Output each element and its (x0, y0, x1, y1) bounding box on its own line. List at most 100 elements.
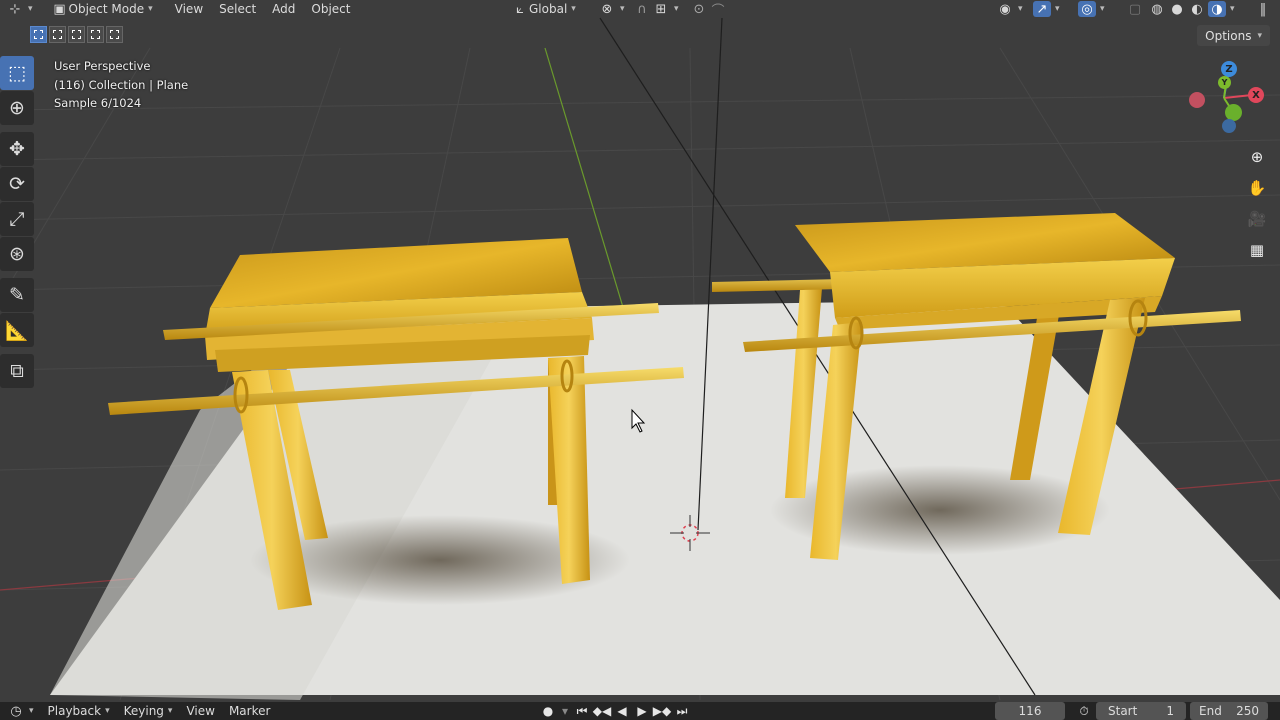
start-value: 1 (1166, 704, 1174, 718)
mode-label: Object Mode (68, 2, 145, 16)
cursor-icon: ⊕ (9, 97, 25, 119)
orientation-label: Global (529, 2, 568, 16)
select-new-button[interactable] (30, 26, 47, 43)
tool-settings-bar: Options ▾ (0, 22, 1280, 48)
object-mode-icon: ▣ (53, 1, 66, 17)
menu-marker[interactable]: Marker (222, 702, 277, 720)
tool-add-cube[interactable]: ⧉ (0, 354, 34, 388)
select-invert-icon (91, 30, 100, 39)
orientation-icon: ⟀ (516, 1, 524, 17)
projection-toggle-button[interactable]: ▦ (1243, 236, 1271, 264)
select-subtract-button[interactable] (68, 26, 85, 43)
menu-add[interactable]: Add (264, 0, 303, 18)
pan-button[interactable]: ✋ (1243, 174, 1271, 202)
prev-keyframe-button[interactable]: ◆◀ (592, 702, 612, 720)
scale-icon: ⤢ (9, 208, 25, 230)
add-cube-icon: ⧉ (10, 360, 24, 382)
collection-label: (116) Collection | Plane (54, 77, 189, 92)
tool-select-box[interactable]: ⬚ (0, 56, 34, 90)
menu-playback[interactable]: Playback ▾ (41, 702, 117, 720)
y-axis-dot[interactable]: Y (1218, 76, 1231, 89)
options-dropdown[interactable]: Options ▾ (1197, 25, 1270, 46)
select-subtract-icon (72, 30, 81, 39)
shading-rendered[interactable]: ◑ ▾ (1206, 0, 1237, 18)
select-new-icon (34, 30, 43, 39)
tool-annotate[interactable]: ✎ (0, 278, 34, 312)
tool-measure[interactable]: 📐 (0, 313, 34, 347)
navigation-gizmo[interactable]: X Z Y (1182, 58, 1272, 142)
tool-cursor[interactable]: ⊕ (0, 91, 34, 125)
jump-end-button[interactable]: ⏭ (672, 702, 692, 720)
end-frame-field[interactable]: End 250 (1190, 702, 1268, 720)
current-frame-field[interactable]: 116 (995, 702, 1065, 720)
menu-keying[interactable]: Keying ▾ (117, 702, 180, 720)
menu-timeline-view[interactable]: View (179, 702, 221, 720)
menu-select[interactable]: Select (211, 0, 264, 18)
falloff-curve-icon: ⌒ (711, 3, 725, 19)
options-label: Options (1205, 28, 1252, 43)
gizmo-toggle[interactable]: ↗ ▾ (1027, 0, 1066, 18)
timeline-editor-button[interactable]: ◷ ▾ (0, 702, 41, 720)
shading-material[interactable]: ◐ (1186, 0, 1208, 18)
orientation-dropdown[interactable]: ⟀ Global ▾ (505, 0, 582, 18)
pause-icon: ‖ (1259, 1, 1267, 17)
editor-type-button[interactable]: ⊹ ▾ (0, 0, 39, 18)
start-label: Start (1108, 704, 1138, 718)
tool-rotate[interactable]: ⟳ (0, 167, 34, 201)
overlay-icon: ◎ (1078, 1, 1096, 17)
grid-icon: ▦ (1249, 241, 1265, 259)
play-reverse-button[interactable]: ◀ (612, 702, 632, 720)
transform-icon: ⊛ (9, 243, 25, 265)
select-invert-button[interactable] (87, 26, 104, 43)
mode-dropdown[interactable]: ▣ Object Mode ▾ (45, 0, 159, 18)
3d-viewport[interactable] (0, 0, 1280, 720)
x-axis-dot[interactable]: X (1248, 87, 1264, 103)
falloff-dropdown[interactable]: ⌒ (703, 0, 733, 19)
timeline-bar: ◷ ▾ Playback ▾ Keying ▾ View Marker ● ▾ ⏮ ◆… (0, 702, 1280, 720)
select-intersect-button[interactable] (106, 26, 123, 43)
prev-keyframe-icon: ◆◀ (592, 704, 612, 718)
clock-editor-icon: ◷ (10, 703, 22, 719)
start-frame-field[interactable]: Start 1 (1096, 702, 1186, 720)
pivot-dropdown[interactable]: ⊗ ▾ (592, 0, 631, 18)
zoom-icon: ⊕ (1250, 148, 1264, 166)
wireframe-sphere-icon: ◍ (1151, 1, 1163, 17)
neg-z-dot[interactable] (1222, 119, 1236, 133)
tool-move[interactable]: ✥ (0, 132, 34, 166)
end-value: 250 (1236, 704, 1259, 718)
overlay-toggle[interactable]: ◎ ▾ (1072, 0, 1111, 18)
autokey-dropdown[interactable]: ▾ (558, 702, 572, 720)
solid-sphere-icon: ● (1171, 1, 1183, 17)
record-icon: ● (542, 704, 554, 718)
menu-view[interactable]: View (167, 0, 211, 18)
neg-x-dot[interactable] (1189, 92, 1205, 108)
select-extend-button[interactable] (49, 26, 66, 43)
play-icon: ▶ (637, 704, 647, 718)
pause-render-button[interactable]: ‖ (1248, 0, 1278, 18)
rendered-sphere-icon: ◑ (1208, 1, 1226, 17)
camera-view-button[interactable]: 🎥 (1243, 205, 1271, 233)
stopwatch-icon[interactable]: ⏱ (1074, 702, 1094, 720)
navigation-controls: ⊕ ✋ 🎥 ▦ (1243, 143, 1271, 267)
select-box-icon: ⬚ (8, 62, 26, 84)
tool-scale[interactable]: ⤢ (0, 202, 34, 236)
shading-solid[interactable]: ● (1166, 0, 1188, 18)
shading-wireframe[interactable]: ◍ (1146, 0, 1168, 18)
play-button[interactable]: ▶ (632, 702, 652, 720)
scene-render (0, 17, 1280, 701)
hand-icon: ✋ (1247, 179, 1267, 197)
visibility-dropdown[interactable]: ◉ ▾ (990, 0, 1029, 18)
z-axis-dot[interactable]: Z (1221, 61, 1237, 77)
zoom-button[interactable]: ⊕ (1243, 143, 1271, 171)
snap-increment-icon: ⊞ (655, 1, 667, 17)
move-icon: ✥ (9, 138, 25, 160)
xray-icon: ▢ (1128, 1, 1142, 17)
sample-label: Sample 6/1024 (54, 96, 142, 110)
snap-target-dropdown[interactable]: ⊞ ▾ (646, 0, 685, 18)
menu-object[interactable]: Object (303, 0, 358, 18)
tool-transform[interactable]: ⊛ (0, 237, 34, 271)
next-keyframe-button[interactable]: ▶◆ (652, 702, 672, 720)
autokey-button[interactable]: ● (538, 702, 558, 720)
jump-start-button[interactable]: ⏮ (572, 702, 592, 720)
camera-icon: 🎥 (1247, 210, 1267, 228)
